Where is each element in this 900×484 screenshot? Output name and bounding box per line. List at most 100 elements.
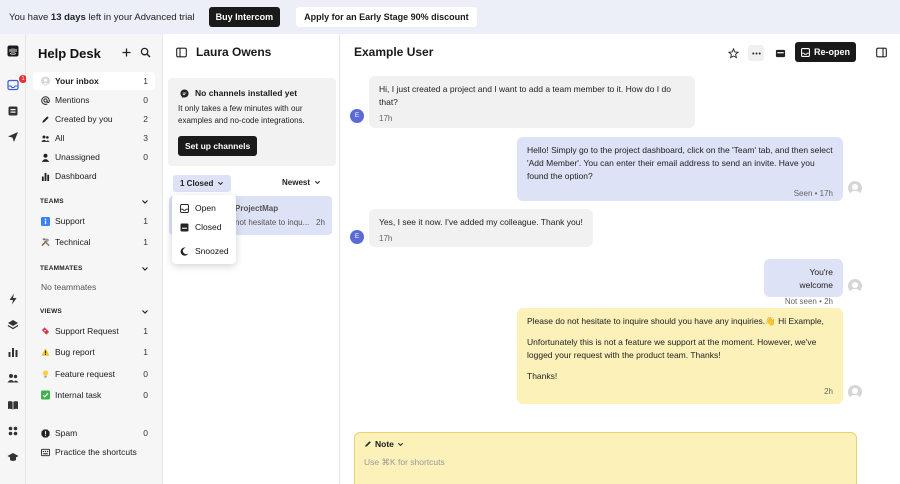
- sidebar-item-count: 3: [143, 133, 148, 143]
- composer-input[interactable]: Use ⌘K for shortcuts: [364, 457, 445, 468]
- details-rail: [871, 34, 900, 484]
- sidebar-item-label: Spam: [55, 428, 78, 438]
- sidebar-item-label: Dashboard: [55, 171, 97, 181]
- discount-button[interactable]: Apply for an Early Stage 90% discount: [296, 7, 477, 27]
- moon-icon: [180, 247, 189, 256]
- message-meta: 17h: [379, 114, 393, 123]
- more-icon[interactable]: [748, 45, 764, 61]
- chat-icon: [180, 88, 189, 98]
- chevron-down-icon[interactable]: [141, 265, 149, 273]
- icon-rail: 1: [0, 34, 27, 484]
- avatar-icon: [41, 76, 50, 86]
- star-icon[interactable]: [725, 45, 741, 61]
- at-icon: [41, 95, 50, 105]
- no-channels-card: No channels installed yet It only takes …: [168, 78, 336, 166]
- inbox-closed-icon: [180, 223, 189, 231]
- search-icon[interactable]: [140, 47, 151, 58]
- sidebar-item-count: 1: [143, 326, 148, 336]
- conversation-time: 2h: [316, 218, 325, 227]
- sort-button[interactable]: Newest: [282, 178, 321, 187]
- apps-icon[interactable]: [6, 424, 19, 437]
- inbox-icon[interactable]: 1: [6, 75, 27, 91]
- message-meta: Not seen • 2h: [784, 297, 833, 306]
- chart-icon[interactable]: [6, 345, 19, 358]
- sidebar-item-internal-task[interactable]: Internal task 0: [33, 386, 155, 404]
- message-outgoing: Hello! Simply go to the project dashboar…: [517, 137, 843, 201]
- chevron-down-icon[interactable]: [141, 198, 149, 206]
- dropdown-item-label: Closed: [195, 222, 222, 232]
- conversation-name: ProjectMap: [235, 204, 279, 213]
- composer[interactable]: Note Use ⌘K for shortcuts: [354, 432, 857, 484]
- dropdown-item-closed[interactable]: Closed: [180, 222, 221, 232]
- graduation-icon[interactable]: [6, 450, 19, 463]
- sidebar-item-label: Technical: [55, 237, 91, 247]
- intercom-logo-icon[interactable]: [6, 44, 19, 57]
- sidebar-item-bug-report[interactable]: Bug report 1: [33, 343, 155, 361]
- dropdown-item-snoozed[interactable]: Snoozed: [180, 246, 229, 256]
- chevron-down-icon: [314, 180, 321, 185]
- sidebar-item-count: 0: [143, 152, 148, 162]
- chevron-down-icon: [218, 181, 224, 186]
- sidebar-item-count: 2: [143, 114, 148, 124]
- sidebar-item-all[interactable]: All 3: [33, 129, 155, 147]
- sidebar-item-shortcuts[interactable]: Practice the shortcuts: [33, 443, 155, 461]
- sidebar-item-support-request[interactable]: Support Request 1: [33, 322, 155, 340]
- sidebar-toggle-icon[interactable]: [876, 47, 887, 58]
- sidebar-item-count: 0: [143, 369, 148, 379]
- sidebar-item-unassigned[interactable]: Unassigned 0: [33, 148, 155, 166]
- bolt-icon[interactable]: [6, 292, 19, 305]
- tools-icon: [41, 238, 50, 247]
- send-icon[interactable]: [6, 130, 19, 143]
- book-open-icon[interactable]: [6, 398, 19, 411]
- sidebar: Help Desk Your inbox 1 Mentions 0 Create…: [26, 34, 163, 484]
- buy-intercom-button[interactable]: Buy Intercom: [208, 7, 281, 27]
- people-icon[interactable]: [6, 371, 19, 384]
- panel-toggle-icon[interactable]: [176, 47, 187, 58]
- sidebar-item-support[interactable]: Support 1: [33, 212, 155, 230]
- status-filter-button[interactable]: 1 Closed: [173, 175, 231, 192]
- sidebar-item-mentions[interactable]: Mentions 0: [33, 91, 155, 109]
- conversation-list: Laura Owens No channels installed yet It…: [164, 34, 340, 484]
- sidebar-item-spam[interactable]: Spam 0: [33, 424, 155, 442]
- no-teammates-text: No teammates: [41, 282, 97, 292]
- views-section-label: VIEWS: [40, 308, 62, 315]
- sidebar-item-label: All: [55, 133, 65, 143]
- message-meta: Seen • 17h: [793, 189, 833, 198]
- reopen-button[interactable]: Re-open: [795, 42, 856, 62]
- dropdown-item-open[interactable]: Open: [180, 203, 216, 213]
- avatar: E: [350, 230, 364, 244]
- message-meta: 2h: [824, 387, 833, 396]
- sidebar-item-created-by-you[interactable]: Created by you 2: [33, 110, 155, 128]
- chevron-down-icon[interactable]: [141, 308, 149, 316]
- book-icon[interactable]: [6, 104, 19, 117]
- avatar: [848, 181, 862, 195]
- layers-icon[interactable]: [6, 318, 19, 331]
- snooze-icon[interactable]: [772, 45, 788, 61]
- sidebar-item-label: Your inbox: [55, 76, 99, 86]
- sidebar-item-dashboard[interactable]: Dashboard: [33, 167, 155, 185]
- message-incoming: Yes, I see it now. I've added my colleag…: [369, 209, 593, 247]
- note-line-3: Thanks!: [527, 371, 558, 381]
- teams-section-label: TEAMS: [40, 198, 64, 205]
- sidebar-item-feature-request[interactable]: Feature request 0: [33, 365, 155, 383]
- note-message: Please do not hesitate to inquire should…: [517, 308, 843, 404]
- sidebar-item-label: Mentions: [55, 95, 90, 105]
- composer-mode-button[interactable]: Note: [364, 439, 404, 449]
- sidebar-item-technical[interactable]: Technical 1: [33, 233, 155, 251]
- warning-icon: [41, 348, 50, 357]
- composer-mode-label: Note: [375, 439, 394, 449]
- trial-banner: You have 13 days left in your Advanced t…: [0, 0, 900, 34]
- chevron-down-icon: [397, 442, 403, 446]
- setup-channels-button[interactable]: Set up channels: [178, 136, 258, 156]
- pencil-icon: [365, 441, 371, 447]
- info-icon: [41, 216, 50, 226]
- sidebar-item-count: 1: [143, 76, 148, 86]
- avatar: [848, 279, 862, 293]
- sidebar-item-your-inbox[interactable]: Your inbox 1: [33, 72, 155, 90]
- inbox-icon: [180, 203, 189, 213]
- card-title: No channels installed yet: [195, 88, 298, 98]
- sort-label: Newest: [282, 178, 311, 187]
- plus-icon[interactable]: [121, 47, 132, 58]
- card-description: It only takes a few minutes with our exa…: [178, 104, 305, 125]
- inbox-owner-title: Laura Owens: [196, 45, 272, 59]
